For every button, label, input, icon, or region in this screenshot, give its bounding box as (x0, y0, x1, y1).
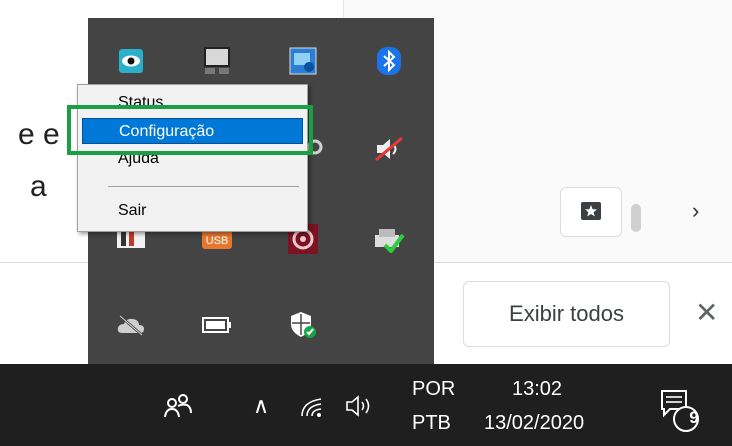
action-center-button[interactable]: 9 (650, 386, 710, 434)
taskbar: ∧ POR PTB 13:02 13/02/2020 9 (0, 364, 732, 446)
notification-count-badge: 9 (689, 408, 699, 427)
language-code[interactable]: POR (412, 378, 455, 401)
wifi-icon[interactable] (296, 388, 328, 426)
eye-icon[interactable] (114, 44, 148, 78)
menu-item-sair[interactable]: Sair (82, 198, 303, 224)
onedrive-cloud-icon[interactable] (114, 308, 148, 342)
muted-speaker-icon[interactable] (372, 132, 406, 166)
close-download-bar-icon[interactable]: ✕ (695, 296, 718, 329)
show-all-button[interactable]: Exibir todos (463, 281, 670, 347)
scrollbar-thumb[interactable] (631, 204, 641, 232)
annotation-highlight-box (67, 105, 313, 155)
feedback-button[interactable] (560, 187, 622, 237)
intel-graphics-icon[interactable] (286, 44, 320, 78)
clock-time[interactable]: 13:02 (512, 378, 562, 401)
printer-check-icon[interactable] (372, 222, 406, 256)
people-icon[interactable] (160, 386, 196, 426)
menu-separator (108, 186, 299, 187)
monitor-icon[interactable] (200, 44, 234, 78)
page-text-fragment-2: a (30, 170, 47, 203)
battery-icon[interactable] (200, 308, 234, 342)
volume-icon[interactable] (342, 386, 376, 426)
feedback-icon (581, 202, 601, 220)
show-hidden-icons-chevron[interactable]: ∧ (246, 386, 276, 426)
clock-date[interactable]: 13/02/2020 (484, 412, 584, 435)
bluetooth-icon[interactable] (372, 44, 406, 78)
windows-security-icon[interactable] (286, 308, 320, 342)
keyboard-layout-code[interactable]: PTB (412, 412, 451, 435)
page-text-fragment-1: e e (18, 118, 60, 151)
next-chevron-icon[interactable]: › (692, 198, 699, 224)
svg-text:USB: USB (206, 235, 229, 247)
